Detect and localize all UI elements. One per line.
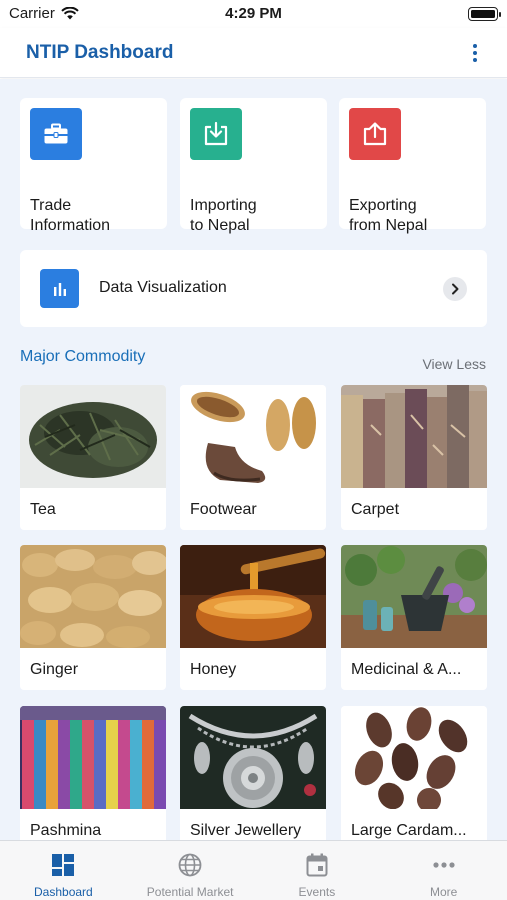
carpet-image: [341, 385, 487, 488]
commodity-tile-medicinal[interactable]: Medicinal & A...: [341, 545, 487, 690]
app-header: NTIP Dashboard: [0, 28, 507, 78]
upload-icon: [349, 108, 401, 160]
tab-label: More: [429, 885, 458, 899]
chevron-right-icon[interactable]: [443, 277, 467, 301]
download-icon: [190, 108, 242, 160]
more-icon: [431, 852, 457, 878]
importing-to-nepal-label: Importing to Nepal: [190, 197, 257, 234]
clock: 4:29 PM: [225, 5, 282, 22]
dashboard-icon: [50, 852, 76, 878]
data-visualization-card[interactable]: Data Visualization: [20, 250, 487, 327]
commodity-label: Pashmina: [30, 822, 102, 839]
tab-label: Events: [298, 885, 336, 899]
bar-chart-icon: [40, 269, 79, 308]
data-visualization-label: Data Visualization: [99, 279, 227, 296]
footwear-image: [180, 385, 326, 488]
tab-label: Potential Market: [146, 885, 234, 899]
commodity-label: Medicinal & A...: [351, 661, 462, 678]
battery-icon: [468, 7, 501, 21]
commodity-label: Large Cardam...: [351, 822, 467, 839]
commodity-tile-honey[interactable]: Honey: [180, 545, 326, 690]
exporting-from-nepal-label: Exporting from Nepal: [349, 197, 428, 234]
ginger-image: [20, 545, 166, 648]
status-bar: Carrier 4:29 PM: [0, 0, 507, 28]
tab-dashboard[interactable]: Dashboard: [0, 841, 127, 900]
exporting-from-nepal-card[interactable]: Exporting from Nepal: [339, 98, 486, 234]
commodity-label: Silver Jewellery: [190, 822, 302, 839]
page-title: NTIP Dashboard: [26, 42, 174, 63]
view-less-link[interactable]: View Less: [422, 356, 486, 372]
commodity-label: Tea: [30, 501, 56, 518]
briefcase-icon: [30, 108, 82, 160]
overflow-menu-icon[interactable]: [471, 44, 479, 62]
cardamom-image: [341, 706, 487, 809]
commodity-tile-large-cardamom[interactable]: Large Cardam...: [341, 706, 487, 840]
honey-image: [180, 545, 326, 648]
tab-events[interactable]: Events: [254, 841, 381, 900]
tea-image: [20, 385, 166, 488]
tab-potential-market[interactable]: Potential Market: [127, 841, 254, 900]
silver-jewellery-image: [180, 706, 326, 809]
commodity-tile-footwear[interactable]: Footwear: [180, 385, 326, 530]
commodity-label: Ginger: [30, 661, 79, 678]
commodity-tile-silver-jewellery[interactable]: Silver Jewellery: [180, 706, 326, 840]
commodity-tile-ginger[interactable]: Ginger: [20, 545, 166, 690]
herbs-image: [341, 545, 487, 648]
commodity-label: Footwear: [190, 501, 257, 518]
commodity-label: Carpet: [351, 501, 400, 518]
dashboard-content: Trade Information Importing to Nepal Expor…: [0, 79, 507, 840]
calendar-icon: [304, 852, 330, 878]
commodity-tile-pashmina[interactable]: Pashmina: [20, 706, 166, 840]
trade-information-card[interactable]: Trade Information: [20, 98, 167, 234]
commodity-tile-carpet[interactable]: Carpet: [341, 385, 487, 530]
tab-more[interactable]: More: [380, 841, 507, 900]
section-title: Major Commodity: [20, 348, 146, 365]
importing-to-nepal-card[interactable]: Importing to Nepal: [180, 98, 327, 234]
trade-information-label: Trade Information: [30, 197, 111, 234]
pashmina-image: [20, 706, 166, 809]
commodity-tile-tea[interactable]: Tea: [20, 385, 166, 530]
tab-label: Dashboard: [34, 885, 93, 899]
bottom-tab-bar: Dashboard Potential Market Events More: [0, 840, 507, 900]
commodity-label: Honey: [190, 661, 237, 678]
globe-icon: [177, 852, 203, 878]
